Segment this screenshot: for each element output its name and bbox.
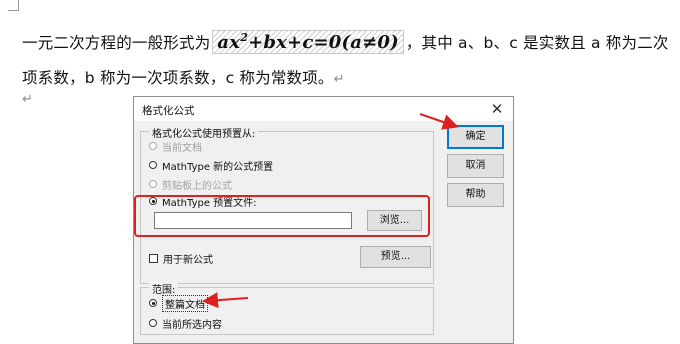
radio-icon xyxy=(149,142,157,150)
dialog-title: 格式化公式 xyxy=(142,105,195,117)
radio-mathtype-new-preset[interactable]: MathType 新的公式预置 xyxy=(149,158,273,173)
formula-rest: +bx+c=0(a≠0) xyxy=(248,32,399,53)
radio-label[interactable]: 整篇文档 xyxy=(162,294,208,312)
highlight-box xyxy=(134,195,430,237)
range-group: 范围: 整篇文档 当前所选内容 xyxy=(140,281,434,335)
doc-text-line2: 项系数，b 称为一次项系数，c 称为常数项。 xyxy=(22,69,334,87)
formula-exponent: 2 xyxy=(240,31,249,44)
close-icon[interactable]: ✕ xyxy=(485,99,509,119)
preview-button[interactable]: 预览... xyxy=(360,246,431,268)
doc-text-before-formula: 一元二次方程的一般形式为 xyxy=(22,34,211,52)
radio-label[interactable]: 当前所选内容 xyxy=(162,316,222,331)
ok-button[interactable]: 确定 xyxy=(447,125,504,149)
radio-whole-document[interactable]: 整篇文档 xyxy=(149,294,208,312)
dialog-titlebar[interactable]: 格式化公式 ✕ xyxy=(134,97,513,121)
document-line-2: 项系数，b 称为一次项系数，c 称为常数项。↵ xyxy=(22,66,345,88)
radio-label[interactable]: MathType 新的公式预置 xyxy=(162,158,273,173)
use-for-new-equations-checkbox[interactable]: 用于新公式 xyxy=(149,251,213,266)
cancel-button[interactable]: 取消 xyxy=(447,154,504,178)
formula-term-a: ax xyxy=(217,32,241,53)
radio-icon[interactable] xyxy=(149,319,157,327)
document-line-1: 一元二次方程的一般形式为 ax2+bx+c=0(a≠0) ，其中 a、b、c 是实数… xyxy=(22,30,669,54)
radio-current-selection[interactable]: 当前所选内容 xyxy=(149,316,222,331)
radio-label: 当前文档 xyxy=(162,142,202,154)
doc-text-after-formula: ，其中 a、b、c 是实数且 a 称为二次 xyxy=(405,34,669,52)
radio-icon[interactable] xyxy=(149,161,157,169)
formula-object[interactable]: ax2+bx+c=0(a≠0) xyxy=(212,30,404,54)
radio-icon xyxy=(149,180,157,188)
checkbox-label[interactable]: 用于新公式 xyxy=(163,251,213,266)
paragraph-mark-icon: ↵ xyxy=(333,72,345,87)
checkbox-icon[interactable] xyxy=(149,253,158,263)
empty-paragraph-mark-icon: ↵ xyxy=(22,92,33,107)
radio-clipboard-equation: 剪贴板上的公式 xyxy=(149,177,232,192)
radio-label: 剪贴板上的公式 xyxy=(162,180,232,192)
radio-selected-icon[interactable] xyxy=(149,299,157,307)
page-corner-mark xyxy=(8,0,19,11)
help-button[interactable]: 帮助 xyxy=(447,183,504,207)
radio-current-document: 当前文档 xyxy=(149,139,202,154)
